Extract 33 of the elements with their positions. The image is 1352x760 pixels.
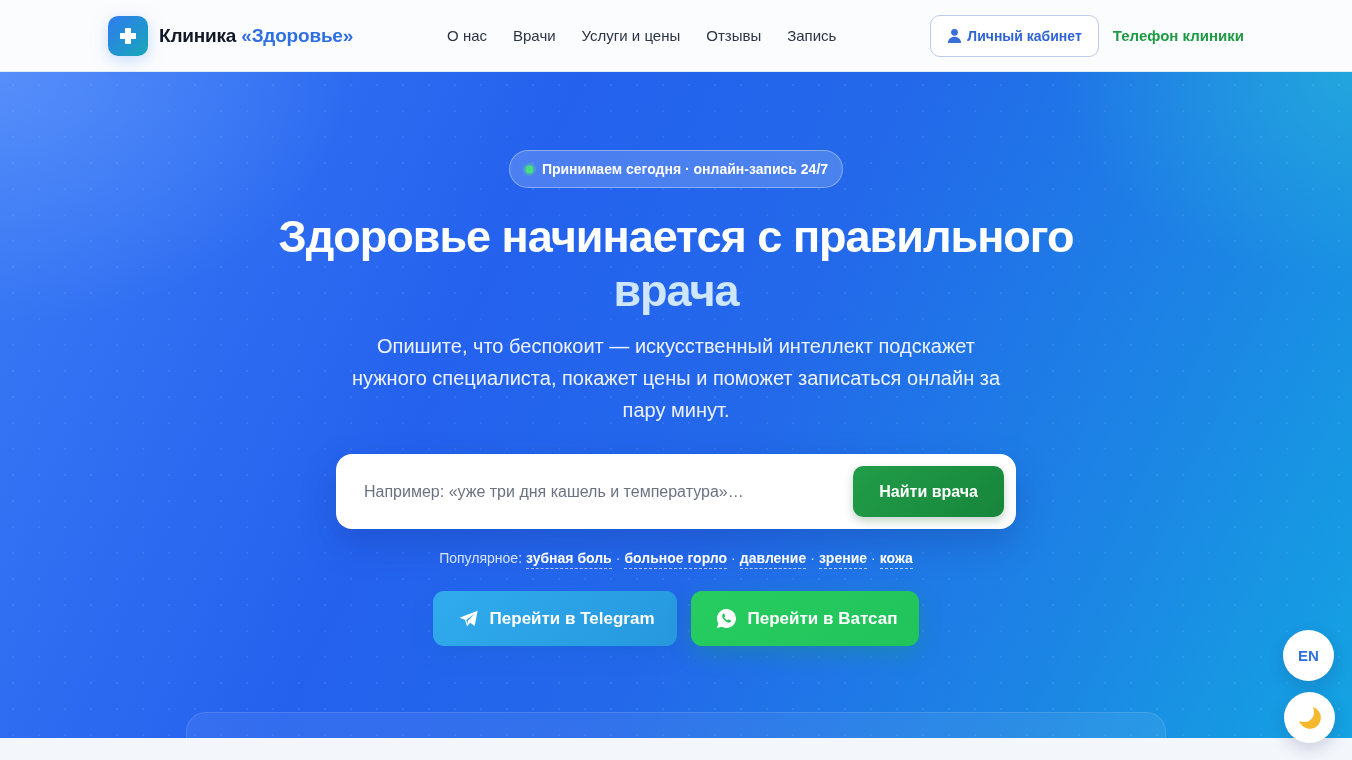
nav-link[interactable]: Запись bbox=[787, 27, 837, 44]
status-dot-icon bbox=[522, 162, 536, 176]
account-button[interactable]: Личный кабинет bbox=[930, 14, 1099, 57]
popular-link[interactable]: больное горло bbox=[624, 549, 728, 569]
find-doctor-button[interactable]: Найти врача bbox=[853, 466, 1004, 517]
paper-plane-icon bbox=[458, 609, 478, 628]
search-field[interactable]: Например: «уже три дня кашель и температура»… bbox=[364, 469, 842, 514]
moon-icon bbox=[1298, 706, 1321, 729]
brand-name[interactable]: Клиника «Здоровье» bbox=[159, 24, 354, 47]
link-separator: · bbox=[731, 549, 736, 568]
theme-toggle[interactable] bbox=[1284, 692, 1335, 743]
telegram-button[interactable]: Перейти в Telegram bbox=[432, 591, 677, 646]
popular-link[interactable]: зубная боль bbox=[526, 549, 612, 569]
link-separator: · bbox=[871, 549, 876, 568]
popular-label: Популярное: bbox=[439, 549, 523, 568]
link-separator: · bbox=[615, 549, 621, 568]
nav-link[interactable]: О нас bbox=[447, 27, 487, 44]
language-button[interactable]: EN bbox=[1283, 630, 1334, 681]
nav-link[interactable]: Услуги и цены bbox=[581, 27, 681, 44]
popular-link[interactable]: давление bbox=[739, 549, 807, 569]
popular-link[interactable]: зрение bbox=[818, 549, 868, 569]
nav-link[interactable]: Отзывы bbox=[706, 27, 762, 44]
badge-text: Принимаем сегодня · онлайн-запись 24/7 bbox=[541, 161, 829, 177]
person-icon bbox=[947, 28, 963, 43]
link-separator: · bbox=[810, 549, 815, 568]
hero-subtitle: Опишите, что беспокоит — искусственный интеллект подскажет нужного специалиста, покажет цены и поможет записаться онлайн за пару минут. bbox=[350, 334, 1002, 423]
nav-link[interactable]: Врачи bbox=[513, 27, 556, 44]
search-box[interactable]: Например: «уже три дня кашель и температура»… Найти врача bbox=[336, 454, 1016, 529]
phone-bubble-icon bbox=[716, 609, 736, 628]
phone-link[interactable]: Телефон клиники bbox=[1112, 27, 1244, 44]
hero-title: Здоровье начинается с правильного врача bbox=[277, 210, 1075, 318]
logo-icon[interactable] bbox=[108, 15, 148, 56]
popular-link[interactable]: кожа bbox=[879, 549, 913, 569]
